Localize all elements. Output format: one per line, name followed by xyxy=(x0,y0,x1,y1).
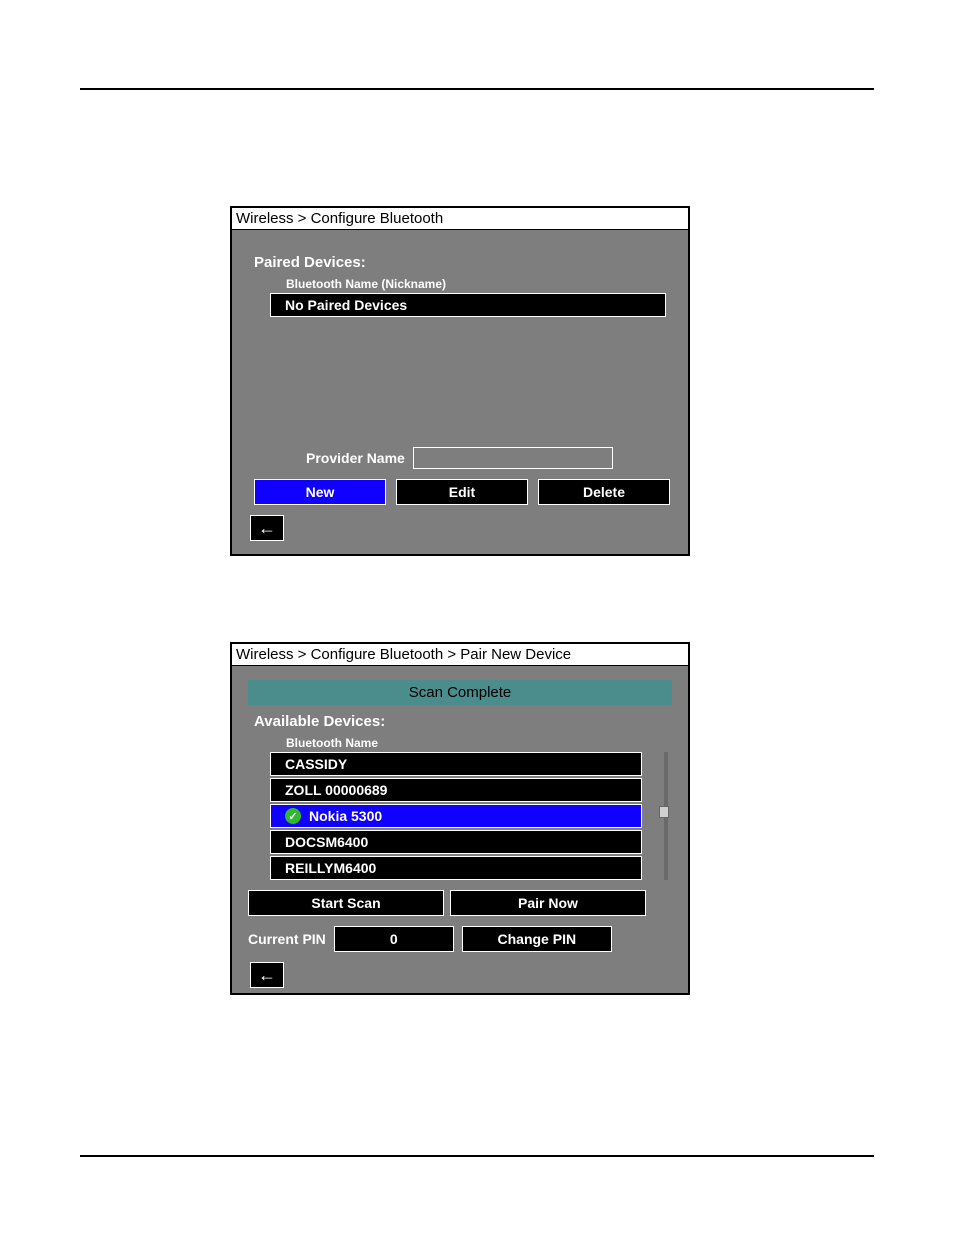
device-name: REILLYM6400 xyxy=(285,860,376,876)
device-row[interactable]: ✓ Nokia 5300 xyxy=(270,804,642,828)
back-button[interactable]: ← xyxy=(250,962,284,988)
edit-button[interactable]: Edit xyxy=(396,479,528,505)
scan-status-bar: Scan Complete xyxy=(248,680,672,705)
delete-button[interactable]: Delete xyxy=(538,479,670,505)
pair-new-device-panel: Wireless > Configure Bluetooth > Pair Ne… xyxy=(230,642,690,995)
available-devices-list: CASSIDY ZOLL 00000689 ✓ Nokia 5300 DOCSM6400… xyxy=(250,752,646,880)
configure-bluetooth-panel: Wireless > Configure Bluetooth Paired De… xyxy=(230,206,690,556)
device-name: ZOLL 00000689 xyxy=(285,782,387,798)
paired-devices-label: Paired Devices: xyxy=(254,254,670,271)
available-devices-column-header: Bluetooth Name xyxy=(286,736,670,750)
change-pin-button[interactable]: Change PIN xyxy=(462,926,612,952)
device-name: Nokia 5300 xyxy=(309,808,382,824)
available-devices-label: Available Devices: xyxy=(254,713,670,730)
paired-devices-column-header: Bluetooth Name (Nickname) xyxy=(286,277,670,291)
breadcrumb: Wireless > Configure Bluetooth > Pair Ne… xyxy=(232,644,688,666)
pair-now-button[interactable]: Pair Now xyxy=(450,890,646,916)
back-arrow-icon: ← xyxy=(258,518,276,539)
current-pin-label: Current PIN xyxy=(248,926,326,952)
page-bottom-rule xyxy=(80,1155,874,1157)
back-arrow-icon: ← xyxy=(258,965,276,986)
provider-name-label: Provider Name xyxy=(306,450,405,466)
paired-devices-empty-row: No Paired Devices xyxy=(270,293,666,317)
device-row[interactable]: CASSIDY xyxy=(270,752,642,776)
current-pin-value: 0 xyxy=(334,926,454,952)
scrollbar-track[interactable] xyxy=(664,752,668,880)
provider-name-input[interactable] xyxy=(413,447,613,469)
no-paired-devices-text: No Paired Devices xyxy=(285,297,407,313)
device-name: DOCSM6400 xyxy=(285,834,368,850)
device-name: CASSIDY xyxy=(285,756,347,772)
device-row[interactable]: ZOLL 00000689 xyxy=(270,778,642,802)
device-row[interactable]: DOCSM6400 xyxy=(270,830,642,854)
page-top-rule xyxy=(80,88,874,90)
scrollbar-thumb[interactable] xyxy=(659,806,669,818)
back-button[interactable]: ← xyxy=(250,515,284,541)
breadcrumb: Wireless > Configure Bluetooth xyxy=(232,208,688,230)
device-row[interactable]: REILLYM6400 xyxy=(270,856,642,880)
check-icon: ✓ xyxy=(285,808,301,824)
new-button[interactable]: New xyxy=(254,479,386,505)
start-scan-button[interactable]: Start Scan xyxy=(248,890,444,916)
